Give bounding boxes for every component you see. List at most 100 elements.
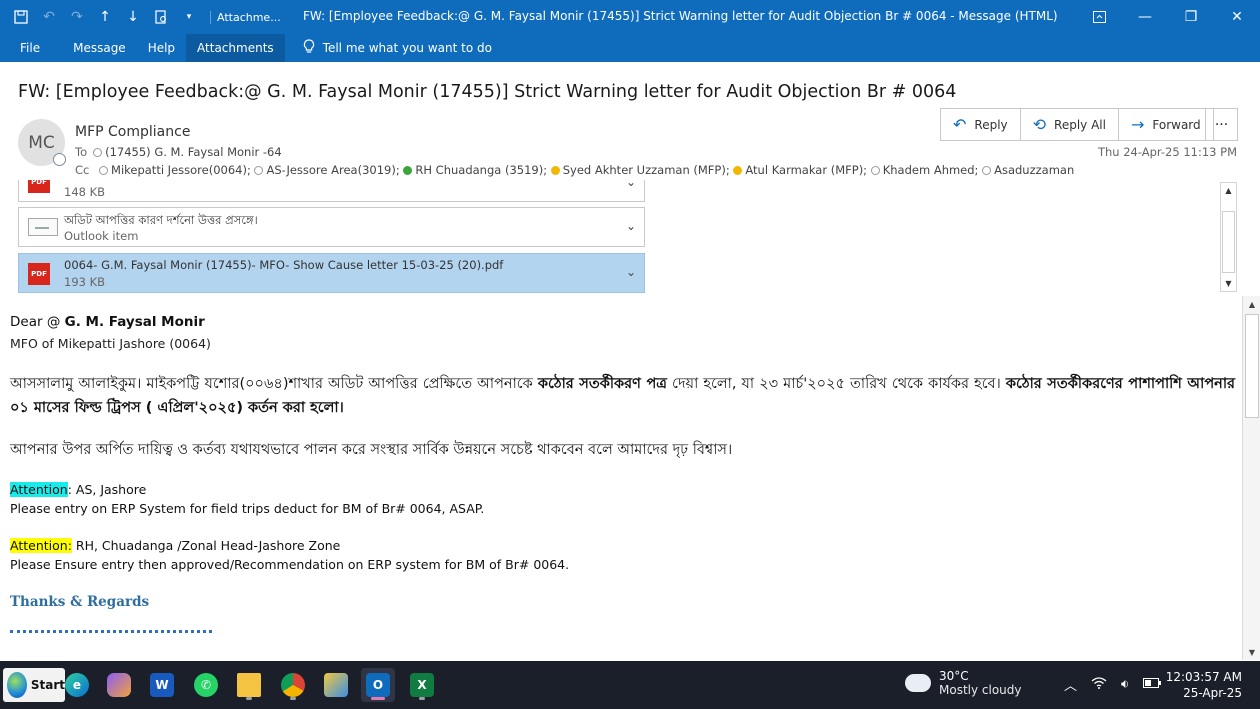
greeting: Dear @ G. M. Faysal Monir bbox=[10, 314, 205, 330]
scroll-up-icon[interactable]: ▲ bbox=[1245, 297, 1259, 311]
attachment-item[interactable]: অডিট আপত্তির কারণ দর্শনো উত্তর প্রসঙ্গে।… bbox=[18, 207, 645, 247]
taskbar-outlook[interactable]: O bbox=[361, 668, 395, 702]
scroll-thumb[interactable] bbox=[1245, 314, 1259, 418]
taskbar-edge[interactable]: e bbox=[60, 668, 94, 702]
reply-all-label: Reply All bbox=[1054, 117, 1106, 132]
chevron-down-icon[interactable]: ⌄ bbox=[626, 219, 636, 233]
response-actions: ↶ Reply ⟲ Reply All → Forward bbox=[940, 108, 1214, 141]
minimize-icon[interactable]: — bbox=[1122, 0, 1168, 34]
taskbar-whatsapp[interactable]: ✆ bbox=[189, 668, 223, 702]
scroll-down-icon[interactable]: ▼ bbox=[1221, 276, 1236, 291]
reply-label: Reply bbox=[974, 117, 1008, 132]
menu-attachments[interactable]: Attachments bbox=[186, 34, 285, 62]
cc-line: Cc Mikepatti Jessore(0064); AS-Jessore A… bbox=[75, 163, 1074, 177]
ribbon-display-options-icon[interactable] bbox=[1076, 0, 1122, 34]
attachments-scrollbar[interactable]: ▲ ▼ bbox=[1220, 182, 1237, 292]
greeting-prefix: Dear @ bbox=[10, 314, 65, 330]
menu-message[interactable]: Message bbox=[62, 34, 137, 62]
running-indicator bbox=[246, 697, 252, 700]
menu-help[interactable]: Help bbox=[137, 34, 186, 62]
running-indicator bbox=[419, 697, 425, 700]
reply-button[interactable]: ↶ Reply bbox=[941, 109, 1021, 140]
body-scrollbar[interactable]: ▲ ▼ bbox=[1242, 296, 1260, 660]
scroll-down-icon[interactable]: ▼ bbox=[1245, 645, 1259, 659]
cc-recipient[interactable]: RH Chuadanga (3519); bbox=[415, 163, 547, 177]
word-icon: W bbox=[150, 673, 174, 697]
undo-icon[interactable]: ↶ bbox=[38, 6, 60, 28]
taskbar: Start e W ✆ O X 30°C Mostly cloudy ︿ 🔉︎ … bbox=[0, 661, 1260, 709]
wifi-icon[interactable] bbox=[1091, 676, 1107, 693]
taskbar-clock[interactable]: 12:03:57 AM 25-Apr-25 bbox=[1166, 669, 1242, 701]
edge-icon: e bbox=[65, 673, 89, 697]
next-item-icon[interactable]: ↓ bbox=[122, 6, 144, 28]
outlook-icon: O bbox=[366, 673, 390, 697]
attachment-item[interactable]: PDF 148 KB ⌄ bbox=[18, 180, 645, 202]
taskbar-chrome[interactable] bbox=[276, 668, 310, 702]
chevron-down-icon[interactable]: ⌄ bbox=[626, 180, 636, 189]
system-tray: ︿ 🔉︎ bbox=[1064, 675, 1162, 694]
cc-recipient[interactable]: Asaduzzaman bbox=[994, 163, 1074, 177]
para-bold: কঠোর সতর্কীকরণ পত্র bbox=[537, 376, 667, 392]
attachment-list: PDF 148 KB ⌄ অডিট আপত্তির কারণ দর্শনো উত… bbox=[0, 180, 1240, 294]
cc-label: Cc bbox=[75, 163, 90, 177]
scroll-thumb[interactable] bbox=[1222, 211, 1235, 273]
taskbar-file-explorer[interactable] bbox=[232, 668, 266, 702]
message-subject: FW: [Employee Feedback:@ G. M. Faysal Mo… bbox=[18, 82, 957, 102]
show-hidden-icons-icon[interactable]: ︿ bbox=[1064, 675, 1077, 694]
message-body: Dear @ G. M. Faysal Monir MFO of Mikepat… bbox=[0, 294, 1242, 660]
chevron-down-icon[interactable]: ⌄ bbox=[626, 265, 636, 279]
sender-avatar[interactable]: MC bbox=[18, 119, 66, 166]
weather-temperature: 30°C bbox=[939, 669, 969, 683]
restore-icon[interactable]: ❐ bbox=[1168, 0, 1214, 34]
signature-divider bbox=[10, 630, 212, 633]
attention-instruction: Please entry on ERP System for field tri… bbox=[10, 501, 485, 516]
battery-icon[interactable] bbox=[1143, 677, 1162, 692]
more-actions-button[interactable]: ··· bbox=[1205, 108, 1238, 141]
attachment-name: 0064- G.M. Faysal Monir (17455)- MFO- Sh… bbox=[64, 258, 504, 272]
taskbar-word[interactable]: W bbox=[145, 668, 179, 702]
folder-icon bbox=[237, 673, 261, 697]
tell-me-label: Tell me what you want to do bbox=[322, 41, 492, 55]
sender-name[interactable]: MFP Compliance bbox=[75, 124, 190, 140]
clock-time: 12:03:57 AM bbox=[1165, 670, 1242, 684]
attention-target: RH, Chuadanga /Zonal Head-Jashore Zone bbox=[71, 538, 341, 553]
presence-away-icon bbox=[550, 166, 560, 175]
attachment-size: 148 KB bbox=[64, 185, 106, 199]
to-recipient[interactable]: (17455) G. M. Faysal Monir -64 bbox=[105, 145, 282, 159]
customize-toolbar-icon[interactable]: ▾ bbox=[178, 6, 200, 28]
greeting-name: G. M. Faysal Monir bbox=[64, 314, 205, 330]
taskbar-copilot[interactable] bbox=[102, 668, 136, 702]
pdf-file-icon: PDF bbox=[28, 263, 50, 285]
previous-item-icon[interactable]: ↑ bbox=[94, 6, 116, 28]
menu-file[interactable]: File bbox=[0, 34, 62, 62]
window-controls: — ❐ ✕ bbox=[1076, 0, 1260, 34]
close-icon[interactable]: ✕ bbox=[1214, 0, 1260, 34]
reply-all-icon: ⟲ bbox=[1032, 115, 1047, 134]
taskbar-files[interactable] bbox=[319, 668, 353, 702]
cc-recipient[interactable]: Mikepatti Jessore(0064); bbox=[111, 163, 251, 177]
redo-icon[interactable]: ↷ bbox=[66, 6, 88, 28]
para-text: দেয়া হলো, যা ২৩ মার্চ'২০২৫ তারিখ থেকে ক… bbox=[666, 376, 1006, 392]
quick-access-toolbar: ↶ ↷ ↑ ↓ ▾ Attachme... bbox=[10, 0, 287, 34]
scroll-up-icon[interactable]: ▲ bbox=[1221, 183, 1236, 198]
cc-recipient[interactable]: AS-Jessore Area(3019); bbox=[266, 163, 399, 177]
cc-recipient[interactable]: Atul Karmakar (MFP); bbox=[745, 163, 867, 177]
taskbar-excel[interactable]: X bbox=[405, 668, 439, 702]
start-button[interactable]: Start bbox=[3, 668, 65, 702]
print-preview-icon[interactable] bbox=[150, 6, 172, 28]
weather-widget[interactable]: 30°C Mostly cloudy bbox=[902, 668, 1022, 697]
attachment-item-selected[interactable]: PDF 0064- G.M. Faysal Monir (17455)- MFO… bbox=[18, 253, 645, 293]
whatsapp-icon: ✆ bbox=[194, 673, 218, 697]
volume-icon[interactable]: 🔉︎ bbox=[1121, 677, 1129, 692]
save-icon[interactable] bbox=[10, 6, 32, 28]
chrome-icon bbox=[281, 673, 305, 697]
file-manager-icon bbox=[324, 673, 348, 697]
cc-recipient[interactable]: Khadem Ahmed; bbox=[883, 163, 979, 177]
forward-label: Forward bbox=[1152, 117, 1201, 132]
attachment-size: 193 KB bbox=[64, 275, 106, 289]
reply-all-button[interactable]: ⟲ Reply All bbox=[1021, 109, 1119, 140]
cc-recipient[interactable]: Syed Akhter Uzzaman (MFP); bbox=[563, 163, 730, 177]
forward-button[interactable]: → Forward bbox=[1119, 109, 1213, 140]
to-line: To (17455) G. M. Faysal Monir -64 bbox=[75, 145, 282, 159]
tell-me-search[interactable]: Tell me what you want to do bbox=[285, 34, 492, 62]
